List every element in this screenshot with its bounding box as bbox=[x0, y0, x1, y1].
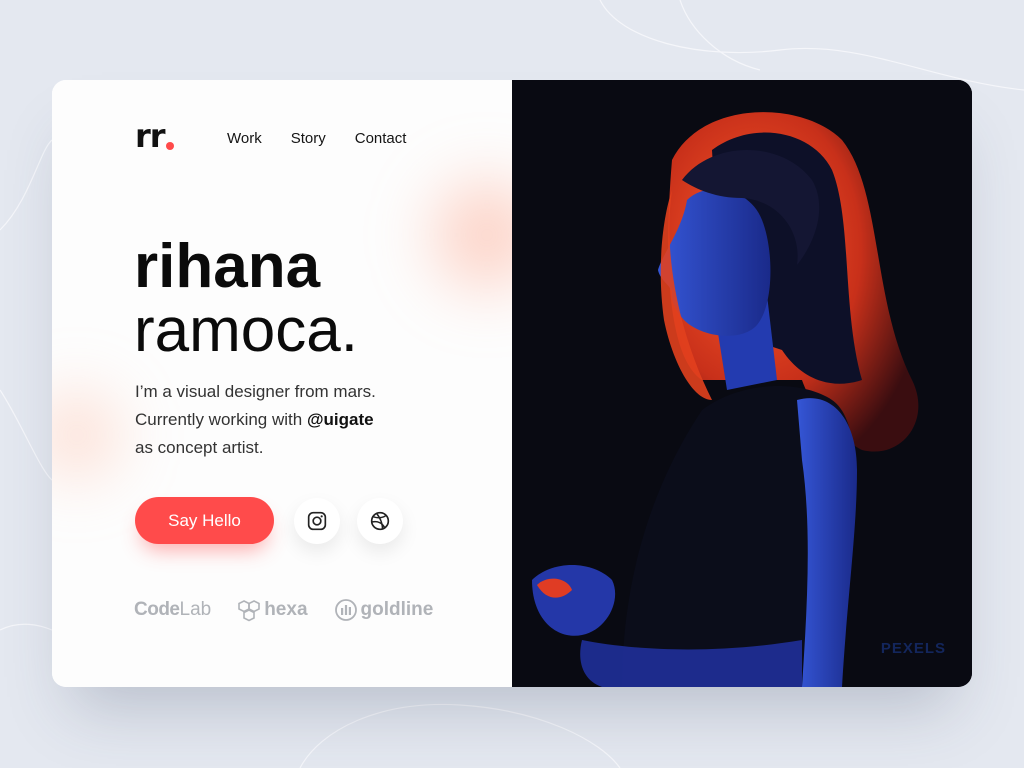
portrait-illustration bbox=[512, 80, 972, 687]
accent-glow bbox=[52, 360, 132, 510]
desc-line-3: as concept artist. bbox=[135, 438, 264, 457]
logo-dot bbox=[166, 142, 174, 150]
hero-title: rihana ramoca. bbox=[134, 235, 358, 363]
desc-line-1: I’m a visual designer from mars. bbox=[135, 382, 376, 401]
instagram-icon bbox=[307, 511, 327, 531]
photo-watermark: PEXELS bbox=[880, 640, 946, 657]
portrait-photo: PEXELS bbox=[512, 80, 972, 687]
intro-panel: rr Work Story Contact rihana ramoca. I’m… bbox=[52, 80, 512, 687]
desc-line-2: Currently working with bbox=[135, 410, 307, 429]
brand-goldline: goldline bbox=[334, 598, 433, 622]
brand-hexa: hexa bbox=[237, 598, 308, 622]
nav-link-story[interactable]: Story bbox=[291, 130, 326, 147]
dribbble-button[interactable] bbox=[357, 498, 403, 544]
main-nav: Work Story Contact bbox=[227, 130, 435, 147]
nav-link-contact[interactable]: Contact bbox=[355, 130, 407, 147]
accent-glow bbox=[412, 150, 512, 320]
instagram-button[interactable] bbox=[294, 498, 340, 544]
nav-link-work[interactable]: Work bbox=[227, 130, 262, 147]
hero-description: I’m a visual designer from mars. Current… bbox=[135, 378, 455, 462]
first-name: rihana bbox=[134, 232, 321, 301]
say-hello-button[interactable]: Say Hello bbox=[135, 497, 274, 544]
company-handle-link[interactable]: @uigate bbox=[307, 410, 374, 429]
dribbble-icon bbox=[370, 511, 390, 531]
hexagon-icon bbox=[238, 600, 261, 622]
client-logos: Code Lab hexa goldline bbox=[134, 596, 459, 624]
bar-chart-circle-icon bbox=[334, 599, 357, 621]
hero-card: rr Work Story Contact rihana ramoca. I’m… bbox=[52, 80, 972, 687]
brand-codelab: Code Lab bbox=[134, 599, 212, 620]
last-name: ramoca. bbox=[134, 296, 358, 365]
logo[interactable]: rr bbox=[135, 120, 166, 152]
